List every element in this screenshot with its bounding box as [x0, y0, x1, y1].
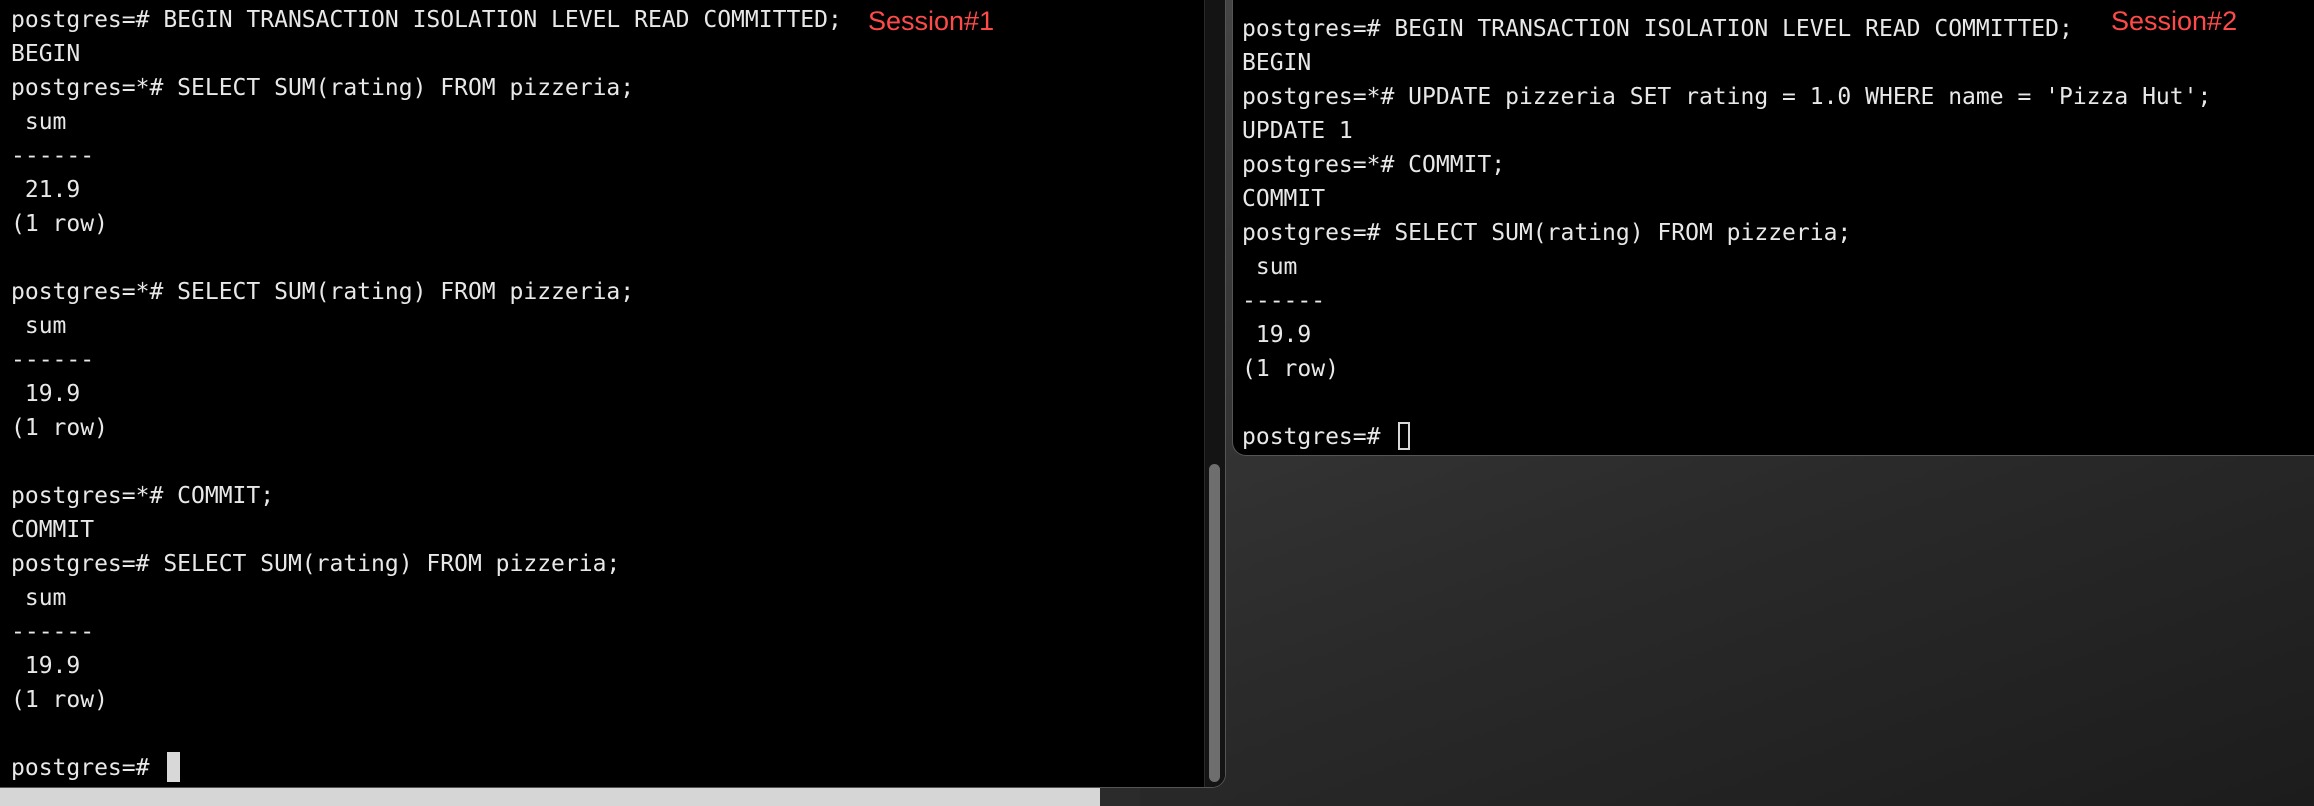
terminal-line: sum [11, 109, 67, 135]
terminal-line: postgres=# [11, 751, 842, 785]
terminal-line: (1 row) [11, 687, 108, 713]
terminal-window-session-2[interactable]: postgres=# BEGIN TRANSACTION ISOLATION L… [1232, 0, 2314, 456]
terminal-window-session-1[interactable]: postgres=# BEGIN TRANSACTION ISOLATION L… [0, 0, 1226, 788]
terminal-line: postgres=# BEGIN TRANSACTION ISOLATION L… [11, 7, 842, 33]
terminal-line: postgres=# [1242, 420, 2211, 454]
terminal-line: BEGIN [1242, 50, 1312, 76]
terminal-line: postgres=*# UPDATE pizzeria SET rating =… [1242, 84, 2212, 110]
scrollbar-track[interactable] [1204, 0, 1225, 787]
terminal-line: COMMIT [11, 517, 95, 543]
terminal-line: sum [11, 585, 67, 611]
terminal-line: postgres=# BEGIN TRANSACTION ISOLATION L… [1242, 16, 2073, 42]
terminal-cursor [167, 751, 181, 782]
terminal-line: BEGIN [11, 41, 81, 67]
terminal-line: (1 row) [11, 211, 108, 237]
terminal-line: COMMIT [1242, 186, 1326, 212]
scrollbar-thumb[interactable] [1209, 464, 1220, 782]
terminal-line: (1 row) [11, 415, 108, 441]
terminal-line: postgres=*# SELECT SUM(rating) FROM pizz… [11, 279, 635, 305]
terminal-line: UPDATE 1 [1242, 118, 1353, 144]
terminal-line: 19.9 [11, 381, 81, 407]
session-label-2: Session#2 [2111, 6, 2238, 36]
terminal-line: postgres=# SELECT SUM(rating) FROM pizze… [1242, 220, 1852, 246]
terminal-output-session-2: postgres=# BEGIN TRANSACTION ISOLATION L… [1242, 12, 2211, 454]
terminal-line: 19.9 [1242, 322, 1312, 348]
terminal-line: postgres=# SELECT SUM(rating) FROM pizze… [11, 551, 621, 577]
terminal-line: ------ [11, 143, 95, 169]
terminal-line: ------ [11, 619, 95, 645]
terminal-line: ------ [11, 347, 95, 373]
terminal-cursor [1398, 421, 1411, 450]
terminal-line: 19.9 [11, 653, 81, 679]
terminal-line: ------ [1242, 288, 1326, 314]
terminal-line: postgres=*# COMMIT; [11, 483, 275, 509]
session-label-1: Session#1 [868, 6, 995, 36]
terminal-line: postgres=*# SELECT SUM(rating) FROM pizz… [11, 75, 635, 101]
terminal-line: (1 row) [1242, 356, 1339, 382]
terminal-line: sum [1242, 254, 1298, 280]
terminal-output-session-1: postgres=# BEGIN TRANSACTION ISOLATION L… [11, 3, 842, 785]
terminal-line: postgres=*# COMMIT; [1242, 152, 1506, 178]
terminal-line: sum [11, 313, 67, 339]
terminal-line: 21.9 [11, 177, 81, 203]
